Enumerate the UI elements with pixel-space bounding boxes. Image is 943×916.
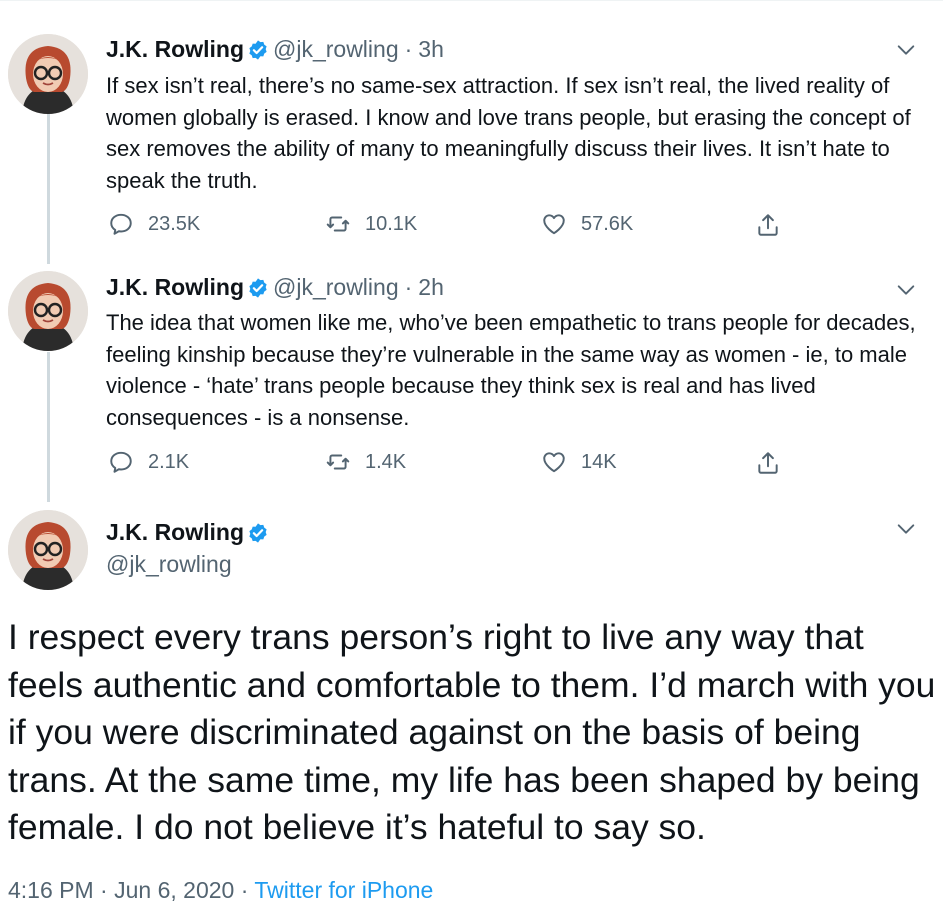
author-handle[interactable]: @jk_rowling xyxy=(273,36,399,62)
chevron-down-icon[interactable] xyxy=(895,279,917,301)
chevron-down-icon[interactable] xyxy=(895,518,917,540)
author-name[interactable]: J.K. Rowling xyxy=(106,274,244,300)
tweet-meta: 4:16 PM · Jun 6, 2020 · Twitter for iPho… xyxy=(8,874,433,906)
tweet-text: If sex isn’t real, there’s no same-sex a… xyxy=(106,73,911,193)
tweet-source-link[interactable]: Twitter for iPhone xyxy=(254,877,433,903)
author-name[interactable]: J.K. Rowling xyxy=(106,36,244,62)
thread-line-1 xyxy=(47,114,50,264)
retweet-icon xyxy=(326,216,350,232)
tweet-timestamp[interactable]: 4:16 PM xyxy=(8,877,94,903)
retweet-button[interactable]: 10.1K xyxy=(325,211,417,237)
main-tweet-handle: @jk_rowling xyxy=(106,549,232,579)
reply-button[interactable]: 23.5K xyxy=(108,211,200,237)
reply-icon xyxy=(110,451,132,473)
retweet-count: 10.1K xyxy=(365,212,418,235)
tweet-header: J.K. Rowling @jk_rowling · 2h xyxy=(106,272,444,302)
share-icon[interactable] xyxy=(755,450,781,476)
separator-dot: · xyxy=(240,877,249,903)
separator-dot: · xyxy=(100,877,108,903)
author-name[interactable]: J.K. Rowling xyxy=(106,519,244,545)
tweet-time[interactable]: 2h xyxy=(418,274,444,300)
like-count: 57.6K xyxy=(581,212,634,235)
tweet-header: J.K. Rowling @jk_rowling · 3h xyxy=(106,34,444,64)
avatar-portrait-icon xyxy=(8,34,88,114)
verified-badge-icon xyxy=(249,40,267,60)
top-divider xyxy=(0,0,943,1)
tweet-date[interactable]: Jun 6, 2020 xyxy=(114,877,234,903)
separator-dot: · xyxy=(404,36,413,62)
like-button[interactable]: 57.6K xyxy=(541,211,633,237)
avatar[interactable] xyxy=(8,271,88,351)
share-icon[interactable] xyxy=(755,212,781,238)
avatar-portrait-icon xyxy=(8,510,88,590)
like-count: 14K xyxy=(581,450,617,473)
retweet-button[interactable]: 1.4K xyxy=(325,449,406,475)
avatar-portrait-icon xyxy=(8,271,88,351)
heart-icon xyxy=(543,452,565,473)
avatar[interactable] xyxy=(8,34,88,114)
tweet-time[interactable]: 3h xyxy=(418,36,444,62)
author-handle[interactable]: @jk_rowling xyxy=(273,274,399,300)
chevron-down-icon[interactable] xyxy=(895,39,917,61)
retweet-count: 1.4K xyxy=(365,450,407,473)
thread-line-2 xyxy=(47,352,50,502)
author-handle[interactable]: @jk_rowling xyxy=(106,551,232,577)
tweet-text: The idea that women like me, who’ve been… xyxy=(106,310,916,430)
heart-icon xyxy=(543,214,565,235)
main-tweet-author-name: J.K. Rowling xyxy=(106,517,273,547)
verified-badge-icon xyxy=(249,278,267,298)
reply-button[interactable]: 2.1K xyxy=(108,449,189,475)
reply-count: 23.5K xyxy=(148,212,201,235)
reply-icon xyxy=(110,213,132,235)
retweet-icon xyxy=(326,454,350,470)
main-tweet-text: I respect every trans person’s right to … xyxy=(8,617,936,847)
verified-badge-icon xyxy=(249,523,267,543)
like-button[interactable]: 14K xyxy=(541,449,617,475)
reply-count: 2.1K xyxy=(148,450,190,473)
separator-dot: · xyxy=(404,274,413,300)
avatar[interactable] xyxy=(8,510,88,590)
